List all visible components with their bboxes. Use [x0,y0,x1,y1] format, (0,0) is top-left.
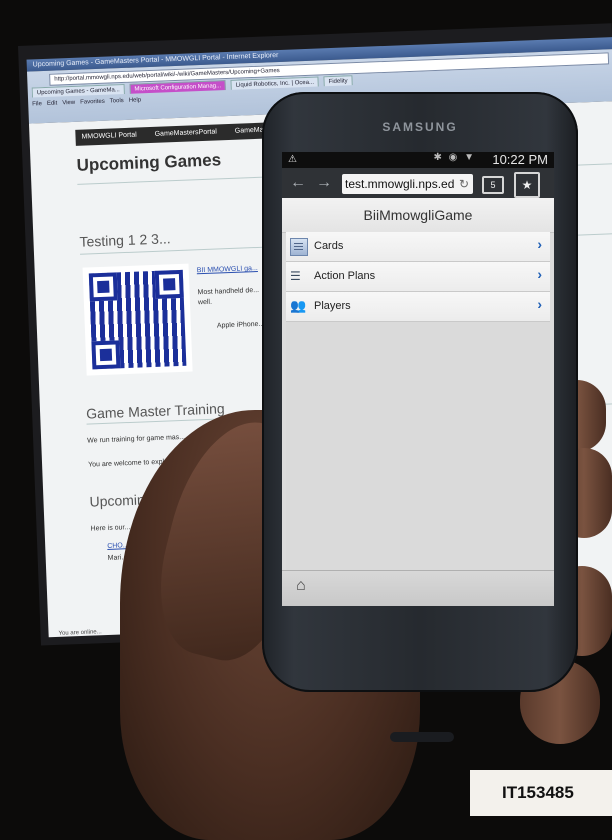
action-plans-icon: ☰ [290,269,301,283]
list-item-label: Players [314,300,351,312]
ie-menu-favorites[interactable]: Favorites [80,99,105,106]
phone-home-button[interactable] [390,732,454,742]
home-icon[interactable]: ⌂ [296,577,306,595]
bookmark-icon[interactable]: ★ [514,172,540,198]
phone-screen: ⚠ ✱ ◉ ▼ 10:22 PM ← → test.mmowgli.nps.ed… [282,152,554,606]
url-input[interactable]: test.mmowgli.nps.ed ↻ [342,174,473,194]
handheld-text: Most handheld de... [197,286,260,297]
section-testing-heading: Testing 1 2 3... [79,230,171,250]
ie-menu-help[interactable]: Help [129,97,142,103]
phone-brand: SAMSUNG [382,120,458,134]
ie-menu-view[interactable]: View [62,100,75,106]
qr-game-link[interactable]: BII MMOWGLI ga... [197,265,258,274]
android-status-bar: ⚠ ✱ ◉ ▼ 10:22 PM [282,152,554,168]
content-area [286,322,550,570]
ie-menu-file[interactable]: File [32,101,42,107]
training-text: We run training for game mas... [87,433,186,445]
app-footer: ⌂ [282,570,554,606]
app-title: BiiMmowgliGame [282,198,554,233]
list-item-players[interactable]: 👥 Players › [286,292,550,322]
qr-code [82,263,193,376]
chevron-right-icon: › [537,236,542,252]
reload-icon[interactable]: ↻ [459,174,469,194]
upcoming-text: Here is our... [90,524,131,533]
bullet-apple: Apple iPhone... [216,320,265,330]
list-item-action-plans[interactable]: ☰ Action Plans › [286,262,550,292]
list-item-label: Action Plans [314,270,376,282]
status-icons: ✱ ◉ ▼ [433,152,476,163]
breadcrumb-mmowgli-portal[interactable]: MMOWGLI Portal [81,132,136,141]
status-time: 10:22 PM [492,152,548,167]
asset-tag-label: IT153485 [470,770,612,816]
back-arrow-icon[interactable]: ← [290,174,306,192]
page-title: Upcoming Games [76,150,222,175]
handheld-text-cont: well. [197,298,213,307]
breadcrumb-gamemasters-portal[interactable]: GameMastersPortal [155,128,217,137]
cards-icon [290,238,308,256]
url-text: test.mmowgli.nps.ed [345,177,455,191]
players-icon: 👥 [290,298,307,313]
menu-list: Cards › ☰ Action Plans › 👥 Players › [286,232,550,322]
ie-status-text: You are online... [58,629,102,637]
tabs-button[interactable]: 5 [482,176,504,194]
list-item-cards[interactable]: Cards › [286,232,550,262]
browser-url-bar: ← → test.mmowgli.nps.ed ↻ 5 ★ [282,168,554,198]
forward-arrow-icon[interactable]: → [316,174,332,192]
ie-menu-edit[interactable]: Edit [47,101,58,107]
warning-icon: ⚠ [288,154,297,165]
chevron-right-icon: › [537,296,542,312]
list-item-label: Cards [314,240,344,252]
ie-menu-tools[interactable]: Tools [110,98,124,105]
chevron-right-icon: › [537,266,542,282]
